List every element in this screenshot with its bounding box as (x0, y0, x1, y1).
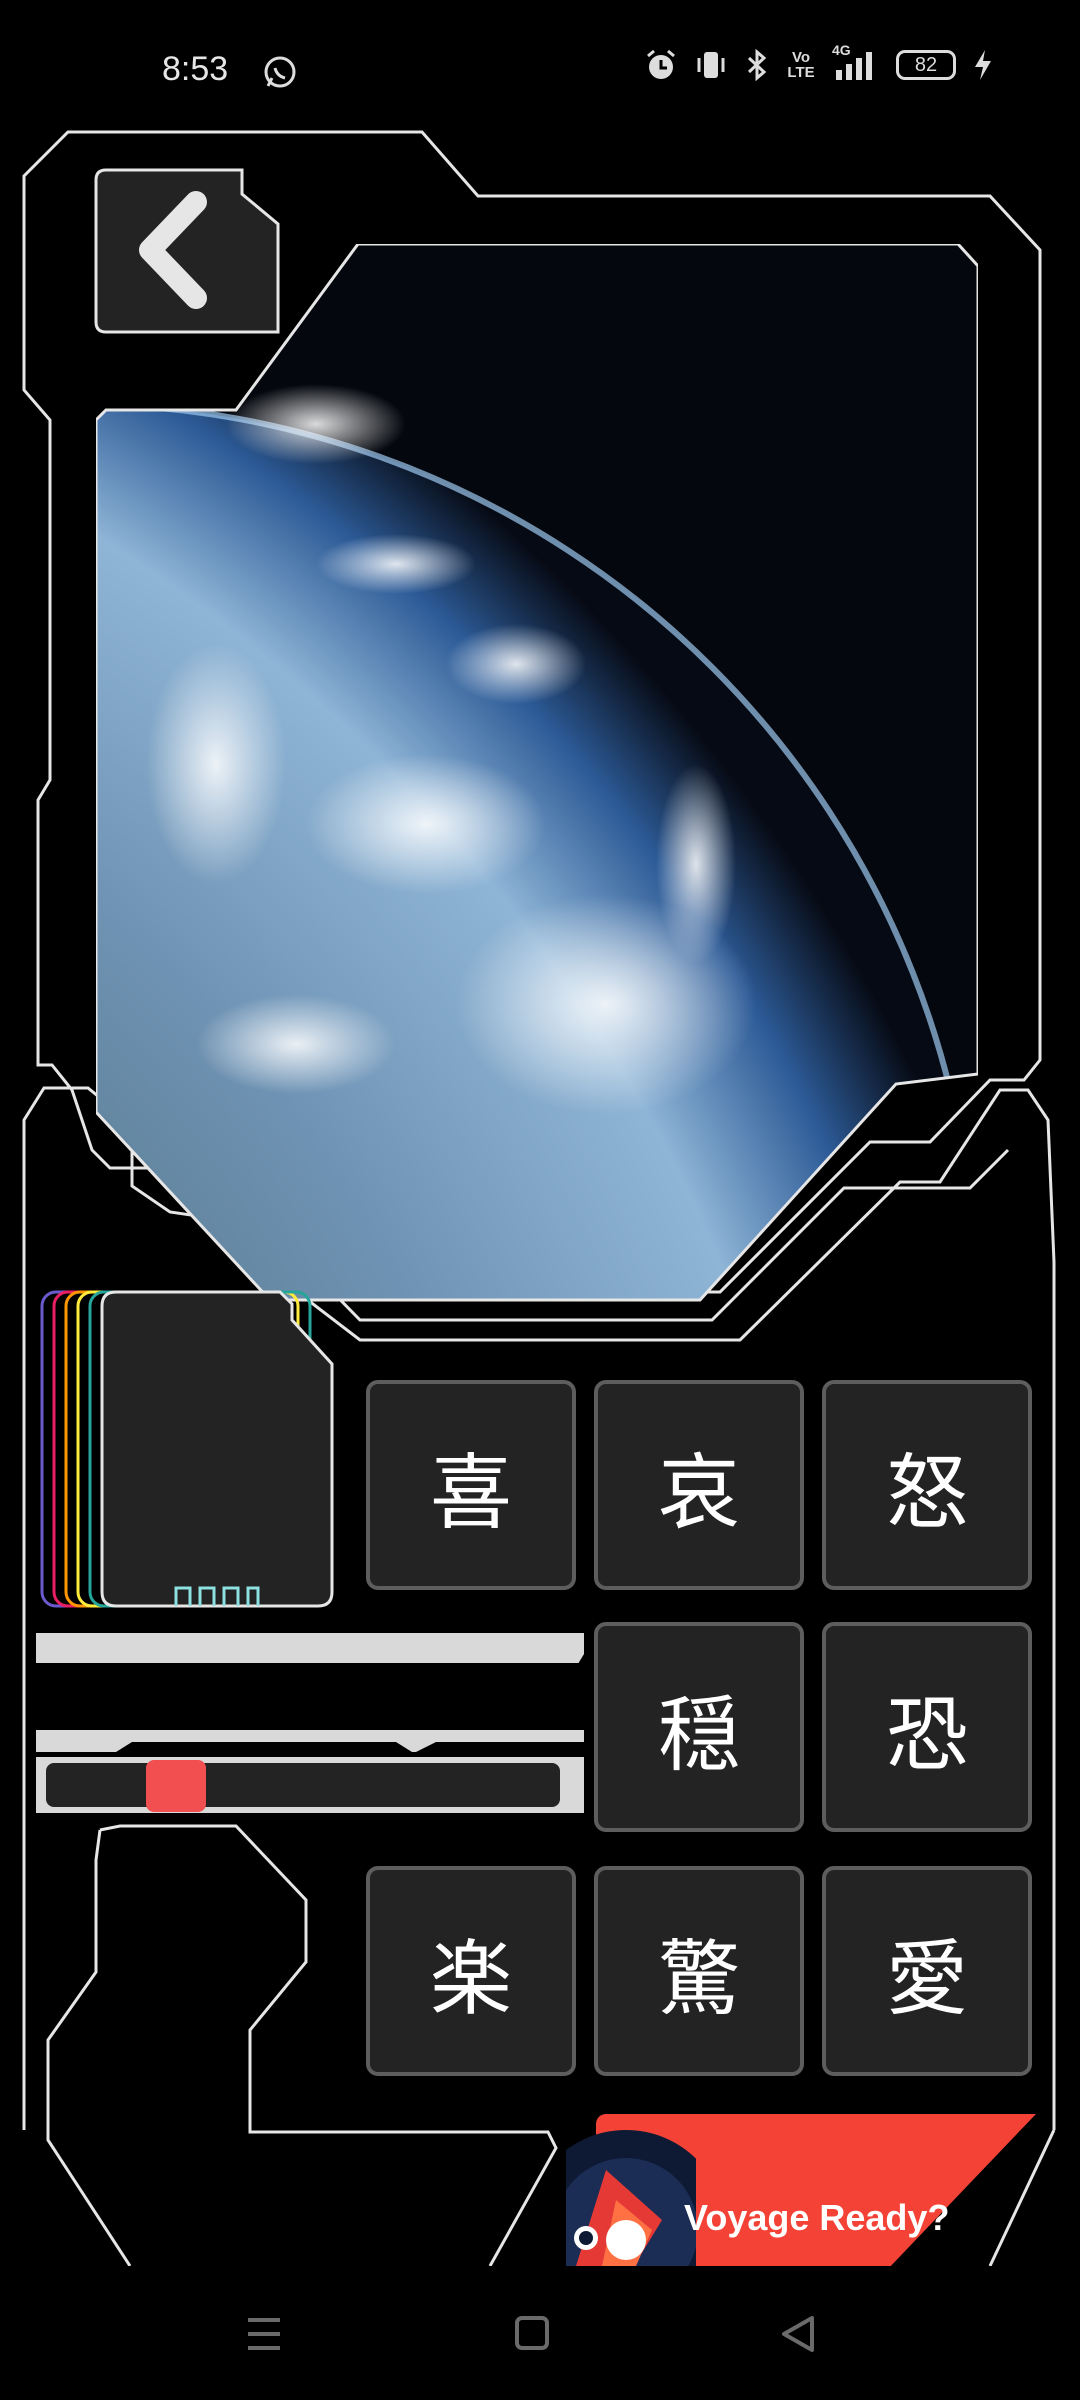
emotion-button-calm[interactable]: 穏 (594, 1622, 804, 1832)
rocket-badge-icon (566, 2130, 696, 2266)
slider-inner (46, 1763, 560, 1807)
slider-thumb[interactable] (146, 1760, 206, 1812)
home-icon[interactable] (512, 2312, 552, 2361)
back-button[interactable] (92, 166, 282, 336)
earth-image (96, 244, 978, 1302)
emotion-button-joy[interactable]: 喜 (366, 1380, 576, 1590)
back-nav-icon[interactable] (778, 2312, 818, 2361)
emotion-button-fear[interactable]: 恐 (822, 1622, 1032, 1832)
voyage-ready-label: Voyage Ready? (684, 2197, 950, 2238)
menu-icon[interactable] (244, 2312, 284, 2361)
card-stack (40, 1290, 334, 1608)
emotion-button-sorrow[interactable]: 哀 (594, 1380, 804, 1590)
bar-decor (36, 1730, 584, 1752)
progress-bar-top (36, 1633, 584, 1663)
emotion-button-fun[interactable]: 楽 (366, 1866, 576, 2076)
emotion-button-love[interactable]: 愛 (822, 1866, 1032, 2076)
emotion-button-anger[interactable]: 怒 (822, 1380, 1032, 1590)
emotion-button-surprise[interactable]: 驚 (594, 1866, 804, 2076)
